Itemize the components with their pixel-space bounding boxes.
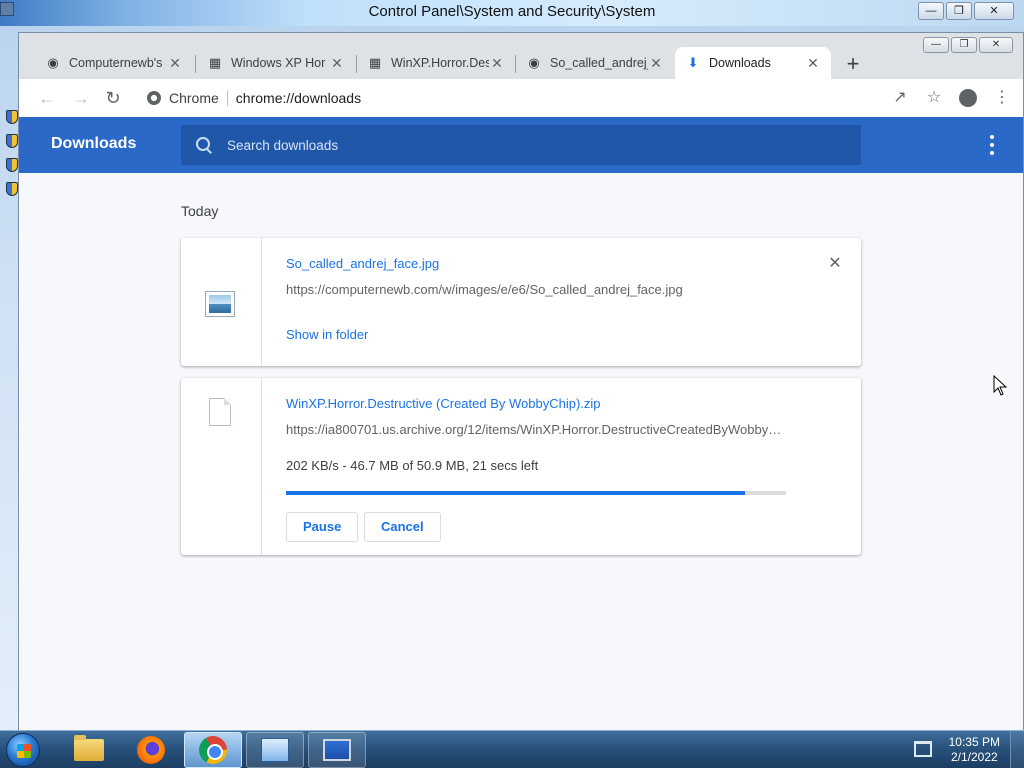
date-heading: Today (181, 203, 219, 219)
tab-close-icon[interactable]: ✕ (489, 55, 505, 72)
shield-icon (6, 134, 18, 148)
forward-arrow-icon[interactable]: → (67, 84, 95, 112)
wiki-icon: ◉ (528, 55, 540, 70)
tab-computernewb[interactable]: ◉ Computernewb's ✕ (35, 47, 193, 79)
tab-windows-xp-horror[interactable]: ▦ Windows XP Hor ✕ (197, 47, 355, 79)
chrome-window: ◉ Computernewb's ✕ ▦ Windows XP Hor ✕ ▦ … (18, 32, 1024, 731)
close-button[interactable]: ✕ (974, 2, 1014, 20)
mouse-cursor-icon (993, 375, 1008, 396)
monitor-icon (323, 739, 351, 761)
control-panel-icon (261, 738, 289, 762)
more-options-icon[interactable] (989, 133, 995, 157)
taskbar-chrome[interactable] (184, 732, 242, 768)
tab-close-icon[interactable]: ✕ (805, 55, 821, 72)
pause-button[interactable]: Pause (286, 512, 359, 542)
download-icon: ⬇ (687, 55, 699, 70)
clock-time: 10:35 PM (948, 735, 1000, 749)
cancel-button[interactable]: Cancel (364, 512, 441, 542)
reload-icon[interactable]: ↻ (99, 84, 127, 112)
shield-icon (6, 158, 18, 172)
image-file-icon (205, 291, 235, 317)
new-tab-button[interactable]: + (839, 51, 867, 79)
remove-download-icon[interactable]: ✕ (827, 256, 843, 272)
shield-icon (6, 110, 18, 124)
file-source-url[interactable]: https://computernewb.com/w/images/e/e6/S… (286, 282, 683, 297)
download-progress-bar (286, 491, 786, 495)
browser-menu-icon[interactable]: ⋮ (989, 84, 1015, 112)
toolbar-actions: ↗ ☆ ⋮ (887, 84, 1015, 112)
control-panel-window-controls: — ❐ ✕ (918, 2, 1014, 20)
share-icon[interactable]: ↗ (887, 84, 913, 112)
search-icon (195, 136, 213, 154)
profile-avatar-icon[interactable] (955, 84, 981, 112)
system-clock[interactable]: 10:35 PM 2/1/2022 (949, 735, 1000, 765)
archive-icon: ▦ (208, 55, 222, 70)
tab-so-called-andrej[interactable]: ◉ So_called_andrej_ ✕ (516, 47, 674, 79)
tab-strip: ◉ Computernewb's ✕ ▦ Windows XP Hor ✕ ▦ … (19, 33, 1023, 79)
download-progress-fill (286, 491, 745, 495)
downloads-page: Downloads Today So_called_andrej_face.jp… (19, 117, 1023, 731)
file-name-link[interactable]: So_called_andrej_face.jpg (286, 256, 439, 271)
taskbar: 10:35 PM 2/1/2022 (0, 730, 1024, 768)
restore-button[interactable]: ❐ (951, 37, 977, 53)
tab-close-icon[interactable]: ✕ (167, 55, 183, 72)
download-item: WinXP.Horror.Destructive (Created By Wob… (181, 378, 861, 555)
page-title: Downloads (51, 135, 137, 152)
restore-button[interactable]: ❐ (946, 2, 972, 20)
network-icon[interactable] (914, 741, 932, 757)
show-desktop-button[interactable] (1010, 731, 1024, 768)
download-item-details: So_called_andrej_face.jpg https://comput… (286, 238, 841, 366)
show-in-folder-link[interactable]: Show in folder (286, 327, 368, 342)
taskbar-remote-desktop[interactable] (308, 732, 366, 768)
control-panel-titlebar[interactable]: Control Panel\System and Security\System… (0, 0, 1024, 26)
minimize-button[interactable]: — (918, 2, 944, 20)
taskbar-control-panel[interactable] (246, 732, 304, 768)
archive-icon: ▦ (368, 55, 382, 70)
omnibox-divider (226, 90, 228, 106)
taskbar-explorer[interactable] (60, 732, 118, 768)
bookmark-star-icon[interactable]: ☆ (921, 84, 947, 112)
chrome-page-icon (147, 91, 161, 105)
start-button[interactable] (6, 733, 40, 767)
wiki-icon: ◉ (47, 55, 59, 70)
tab-close-icon[interactable]: ✕ (329, 55, 345, 72)
tab-title: Computernewb's (69, 56, 163, 70)
download-item: So_called_andrej_face.jpg https://comput… (181, 238, 861, 366)
taskbar-firefox[interactable] (122, 732, 180, 768)
tab-title: So_called_andrej_ (550, 56, 648, 70)
back-arrow-icon[interactable]: ← (33, 84, 61, 112)
shield-icon (6, 182, 18, 196)
address-bar[interactable]: Chrome chrome://downloads (137, 83, 995, 113)
download-item-details: WinXP.Horror.Destructive (Created By Wob… (286, 378, 841, 555)
download-item-icon-area (181, 238, 262, 366)
control-panel-title: Control Panel\System and Security\System (368, 3, 656, 20)
tab-title: Windows XP Hor (231, 56, 326, 70)
chrome-window-controls: — ❐ ✕ (923, 37, 1013, 53)
firefox-icon (137, 736, 165, 764)
download-item-icon-area (181, 378, 262, 555)
folder-icon (74, 735, 104, 761)
browser-toolbar: ← → ↻ Chrome chrome://downloads ↗ ☆ ⋮ (19, 79, 1023, 117)
tab-downloads[interactable]: ⬇ Downloads ✕ (675, 47, 831, 79)
omnibox-url[interactable]: chrome://downloads (236, 90, 361, 106)
search-input[interactable] (227, 137, 827, 153)
chrome-icon (199, 736, 227, 764)
file-source-url[interactable]: https://ia800701.us.archive.org/12/items… (286, 422, 781, 437)
search-bar[interactable] (181, 125, 861, 165)
tab-title: Downloads (709, 56, 771, 70)
generic-file-icon (209, 398, 231, 426)
file-name-link[interactable]: WinXP.Horror.Destructive (Created By Wob… (286, 396, 601, 411)
tab-winxp-horror-destructive[interactable]: ▦ WinXP.Horror.Des ✕ (357, 47, 515, 79)
tab-title: WinXP.Horror.Des (391, 56, 489, 70)
tab-close-icon[interactable]: ✕ (648, 55, 664, 72)
clock-date: 2/1/2022 (950, 750, 998, 764)
tab-separator (195, 55, 196, 73)
downloads-header: Downloads (19, 117, 1023, 173)
close-button[interactable]: ✕ (979, 37, 1013, 53)
download-status: 202 KB/s - 46.7 MB of 50.9 MB, 21 secs l… (286, 458, 539, 473)
minimize-button[interactable]: — (923, 37, 949, 53)
omnibox-scheme-label: Chrome (169, 90, 219, 106)
